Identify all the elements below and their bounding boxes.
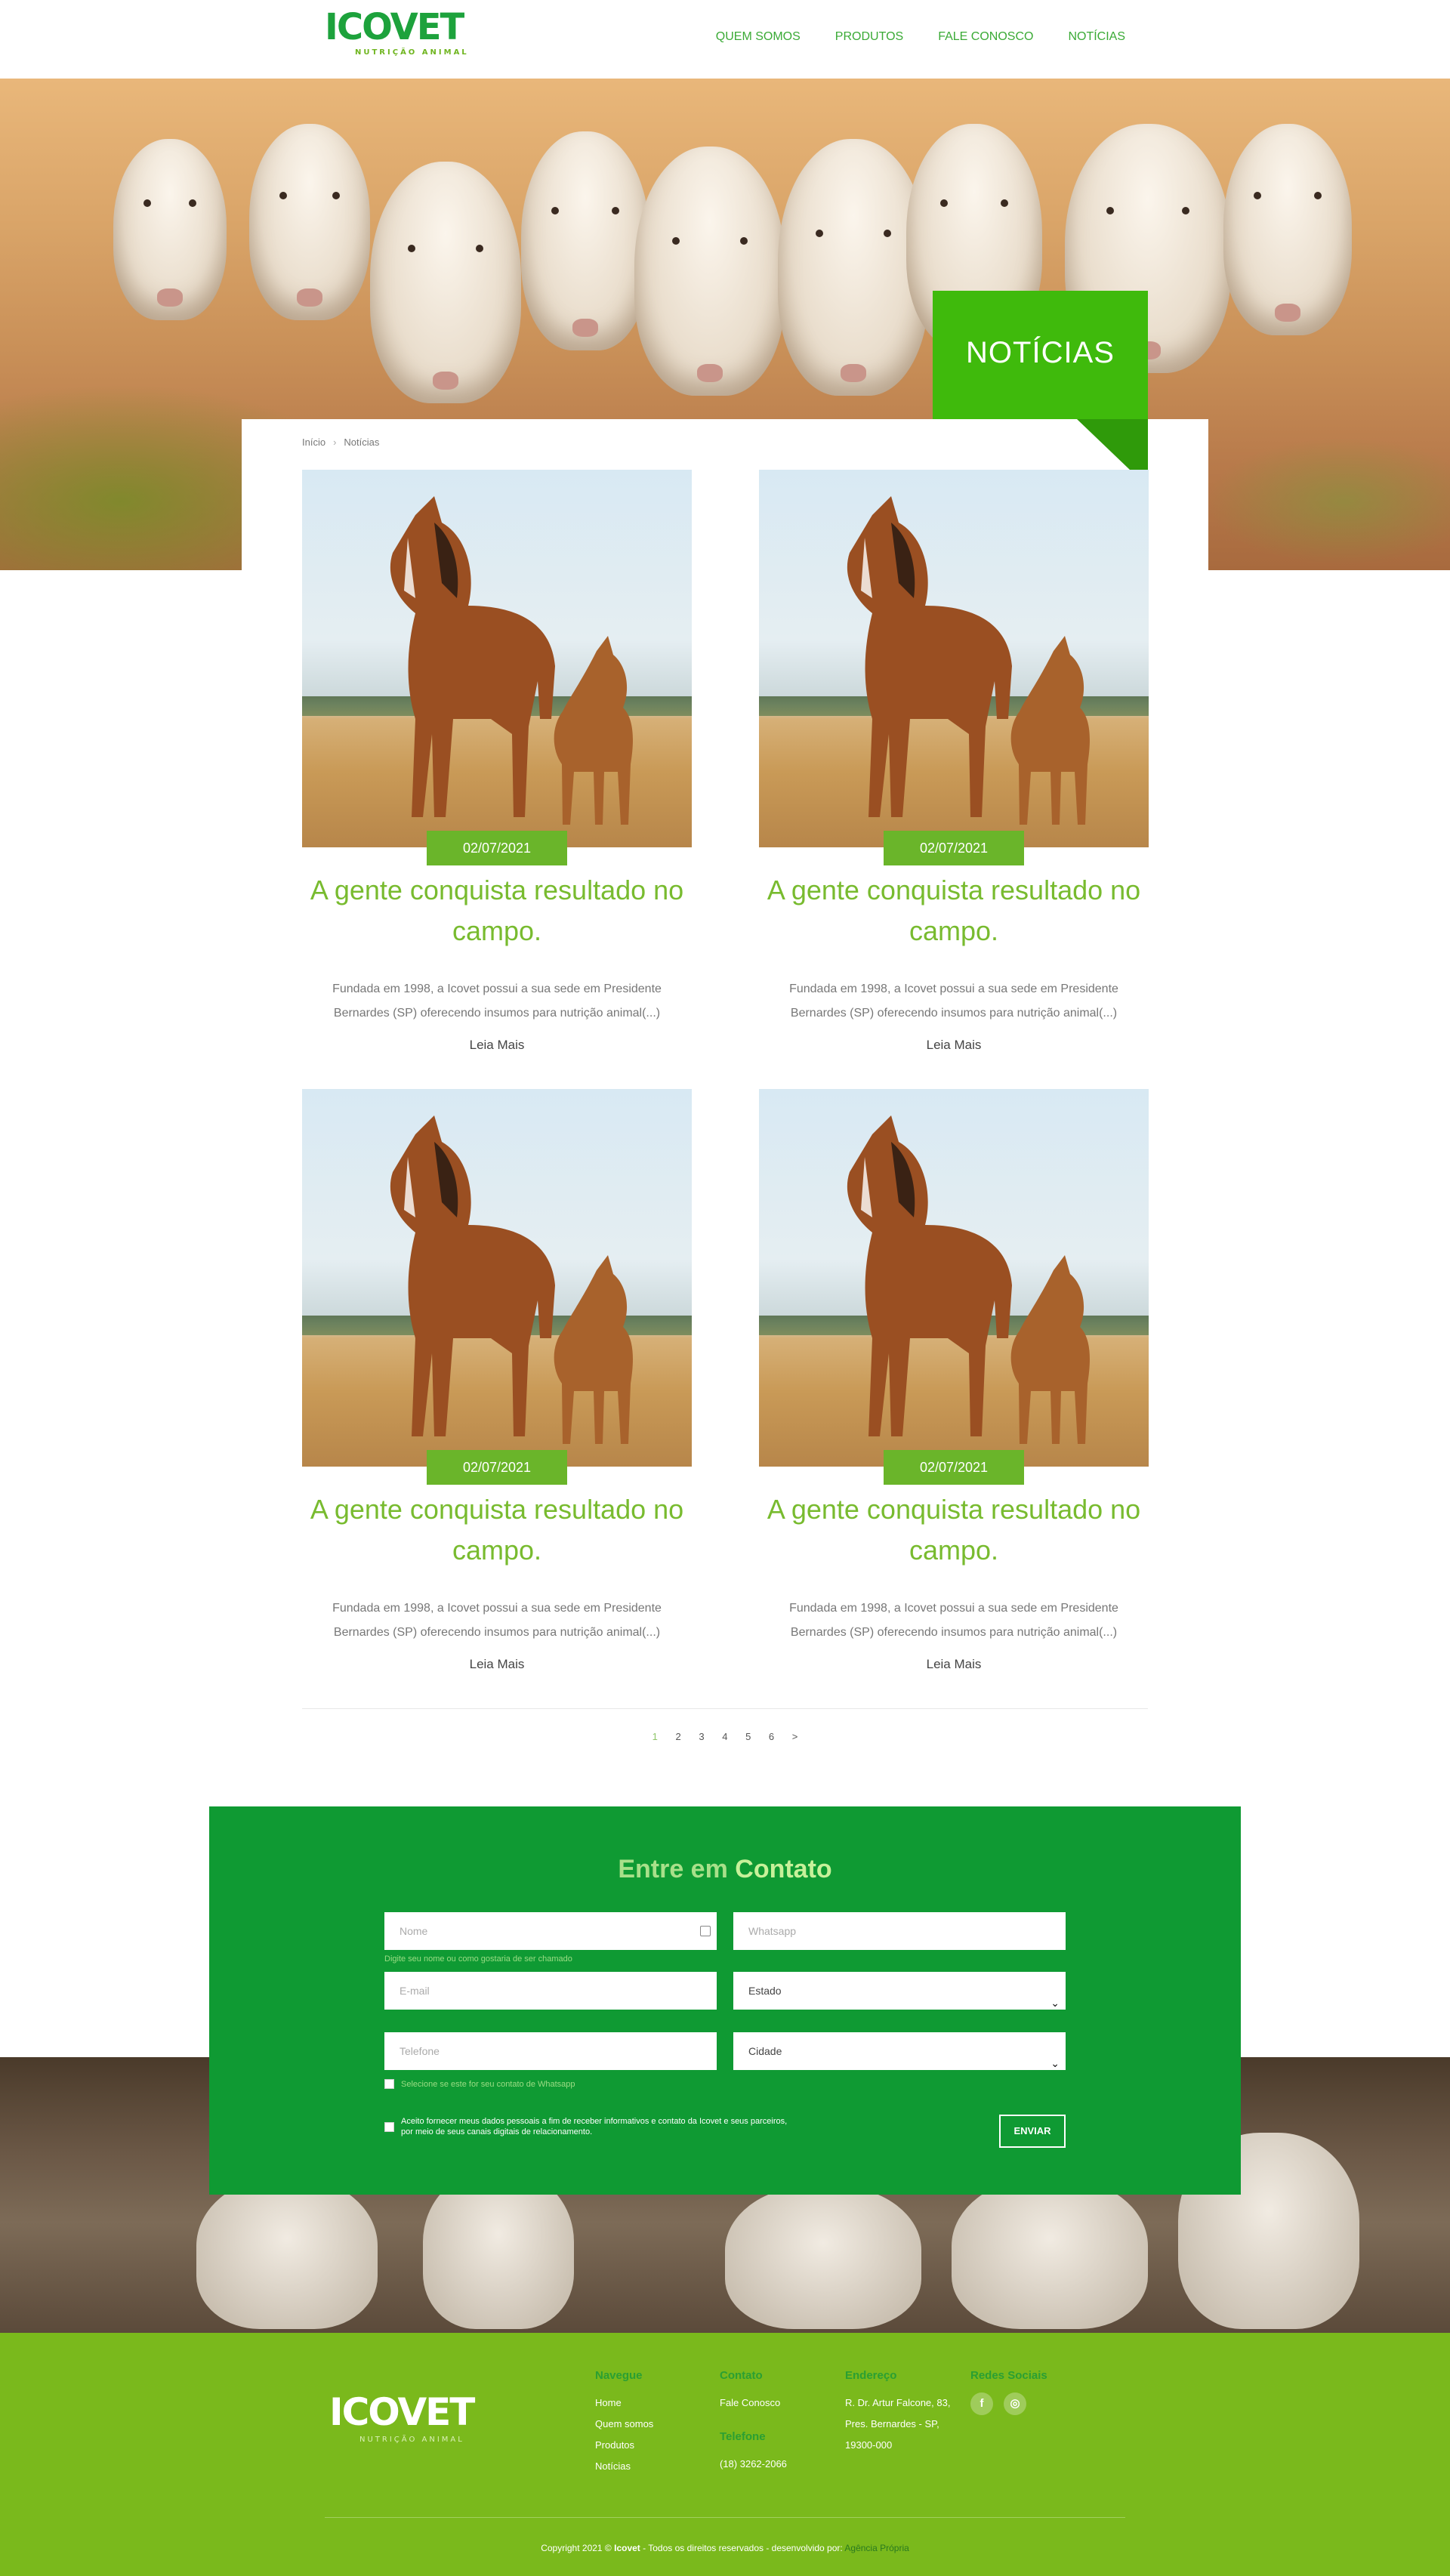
footer-social: Redes Sociais f ◎ (970, 2369, 1047, 2415)
post-excerpt: Fundada em 1998, a Icovet possui a sua s… (332, 1602, 662, 1639)
horse-image[interactable] (302, 470, 692, 847)
horse-image[interactable] (759, 1089, 1149, 1467)
post-title[interactable]: A gente conquista resultado no campo. (759, 870, 1149, 952)
facebook-icon[interactable]: f (970, 2392, 993, 2415)
footer-link-home[interactable]: Home (595, 2392, 653, 2414)
read-more-link[interactable]: Leia Mais (302, 1038, 692, 1053)
state-select[interactable]: Estado ⌄ (733, 1972, 1066, 2010)
post-excerpt: Fundada em 1998, a Icovet possui a sua s… (789, 1602, 1118, 1639)
consent-checkbox[interactable] (384, 2122, 394, 2132)
footer-divider (325, 2517, 1125, 2518)
read-more-link[interactable]: Leia Mais (302, 1657, 692, 1672)
footer-link-noticias[interactable]: Notícias (595, 2456, 653, 2477)
main-nav: QUEM SOMOS PRODUTOS FALE CONOSCO NOTÍCIA… (716, 30, 1125, 44)
footer-logo[interactable]: ICOVET NUTRIÇÃO ANIMAL (329, 2392, 485, 2444)
developer-link[interactable]: Agência Própria (844, 2543, 909, 2553)
breadcrumb-separator: › (333, 437, 337, 448)
page-link-1[interactable]: 1 (652, 1731, 658, 1742)
instagram-icon[interactable]: ◎ (1004, 2392, 1026, 2415)
site-header: ICOVET NUTRIÇÃO ANIMAL QUEM SOMOS PRODUT… (0, 0, 1450, 79)
post-title[interactable]: A gente conquista resultado no campo. (302, 1489, 692, 1571)
email-input[interactable] (384, 1972, 717, 2010)
footer-address: Endereço R. Dr. Artur Falcone, 83, Pres.… (845, 2369, 951, 2451)
user-card-icon (700, 1926, 711, 1936)
footer-link-fale-conosco[interactable]: Fale Conosco (720, 2392, 787, 2414)
read-more-link[interactable]: Leia Mais (759, 1657, 1149, 1672)
send-button[interactable]: ENVIAR (999, 2115, 1066, 2148)
whatsapp-input[interactable] (733, 1912, 1066, 1950)
footer-contact: Contato Fale Conosco Telefone (18) 3262-… (720, 2369, 787, 2475)
cattle-image (725, 2186, 921, 2329)
footer-navigate: Navegue Home Quem somos Produtos Notícia… (595, 2369, 653, 2477)
page-link-3[interactable]: 3 (699, 1731, 704, 1742)
whatsapp-checkbox-label: Selecione se este for seu contato de Wha… (401, 2080, 575, 2089)
news-card: 02/07/2021 A gente conquista resultado n… (759, 1089, 1149, 1672)
chevron-down-icon: ⌄ (1050, 1997, 1060, 2009)
copyright: Copyright 2021 © Icovet - Todos os direi… (541, 2543, 909, 2553)
post-date: 02/07/2021 (884, 831, 1024, 865)
contact-title: Entre em Contato (618, 1855, 832, 1883)
news-card: 02/07/2021 A gente conquista resultado n… (302, 470, 692, 1053)
nav-item-quem-somos[interactable]: QUEM SOMOS (716, 30, 801, 44)
read-more-link[interactable]: Leia Mais (759, 1038, 1149, 1053)
cattle-image (521, 131, 649, 350)
city-select[interactable]: Cidade ⌄ (733, 2032, 1066, 2070)
news-card: 02/07/2021 A gente conquista resultado n… (302, 1089, 692, 1672)
news-card: 02/07/2021 A gente conquista resultado n… (759, 470, 1149, 1053)
post-title[interactable]: A gente conquista resultado no campo. (302, 870, 692, 952)
nav-item-produtos[interactable]: PRODUTOS (835, 30, 903, 44)
cattle-image (370, 162, 521, 403)
horse-image[interactable] (302, 1089, 692, 1467)
cattle-image (249, 124, 370, 320)
footer-phone: (18) 3262-2066 (720, 2458, 787, 2470)
name-input[interactable] (384, 1912, 717, 1950)
phone-input[interactable] (384, 2032, 717, 2070)
cattle-image (196, 2178, 378, 2329)
cattle-image (952, 2178, 1148, 2329)
post-excerpt: Fundada em 1998, a Icovet possui a sua s… (332, 983, 662, 1020)
nav-item-fale-conosco[interactable]: FALE CONOSCO (938, 30, 1033, 44)
cattle-image (634, 147, 785, 396)
post-date: 02/07/2021 (884, 1450, 1024, 1485)
foal-icon (554, 1255, 633, 1444)
site-footer: ICOVET NUTRIÇÃO ANIMAL Navegue Home Quem… (0, 2333, 1450, 2576)
cattle-image (113, 139, 227, 320)
footer-link-produtos[interactable]: Produtos (595, 2435, 653, 2456)
page-link-6[interactable]: 6 (769, 1731, 774, 1742)
foal-icon (1010, 1255, 1090, 1444)
page-title: NOTÍCIAS (966, 336, 1115, 369)
whatsapp-checkbox[interactable] (384, 2079, 394, 2089)
content-divider (302, 1708, 1148, 1709)
post-date: 02/07/2021 (427, 831, 567, 865)
consent-label: Aceito fornecer meus dados pessoais a fi… (401, 2117, 788, 2136)
horse-image[interactable] (759, 470, 1149, 847)
nav-item-noticias[interactable]: NOTÍCIAS (1068, 30, 1125, 44)
footer-link-quem-somos[interactable]: Quem somos (595, 2414, 653, 2435)
logo[interactable]: ICOVET NUTRIÇÃO ANIMAL (325, 8, 480, 65)
post-date: 02/07/2021 (427, 1450, 567, 1485)
page-link-2[interactable]: 2 (675, 1731, 680, 1742)
post-excerpt: Fundada em 1998, a Icovet possui a sua s… (789, 983, 1118, 1020)
pagination: 1 2 3 4 5 6 > (0, 1731, 1450, 1742)
foal-icon (1010, 636, 1090, 825)
breadcrumb: Início › Notícias (302, 437, 379, 448)
breadcrumb-home[interactable]: Início (302, 437, 325, 448)
post-title[interactable]: A gente conquista resultado no campo. (759, 1489, 1149, 1571)
page-link-5[interactable]: 5 (745, 1731, 751, 1742)
contact-form: Entre em Contato Digite seu nome ou como… (209, 1806, 1241, 2195)
cattle-image (1223, 124, 1352, 335)
chevron-down-icon: ⌄ (1050, 2057, 1060, 2069)
name-hint: Digite seu nome ou como gostaria de ser … (384, 1954, 572, 1964)
page-link-4[interactable]: 4 (722, 1731, 727, 1742)
breadcrumb-current: Notícias (344, 437, 380, 448)
next-page-link[interactable]: > (792, 1731, 798, 1742)
foal-icon (554, 636, 633, 825)
